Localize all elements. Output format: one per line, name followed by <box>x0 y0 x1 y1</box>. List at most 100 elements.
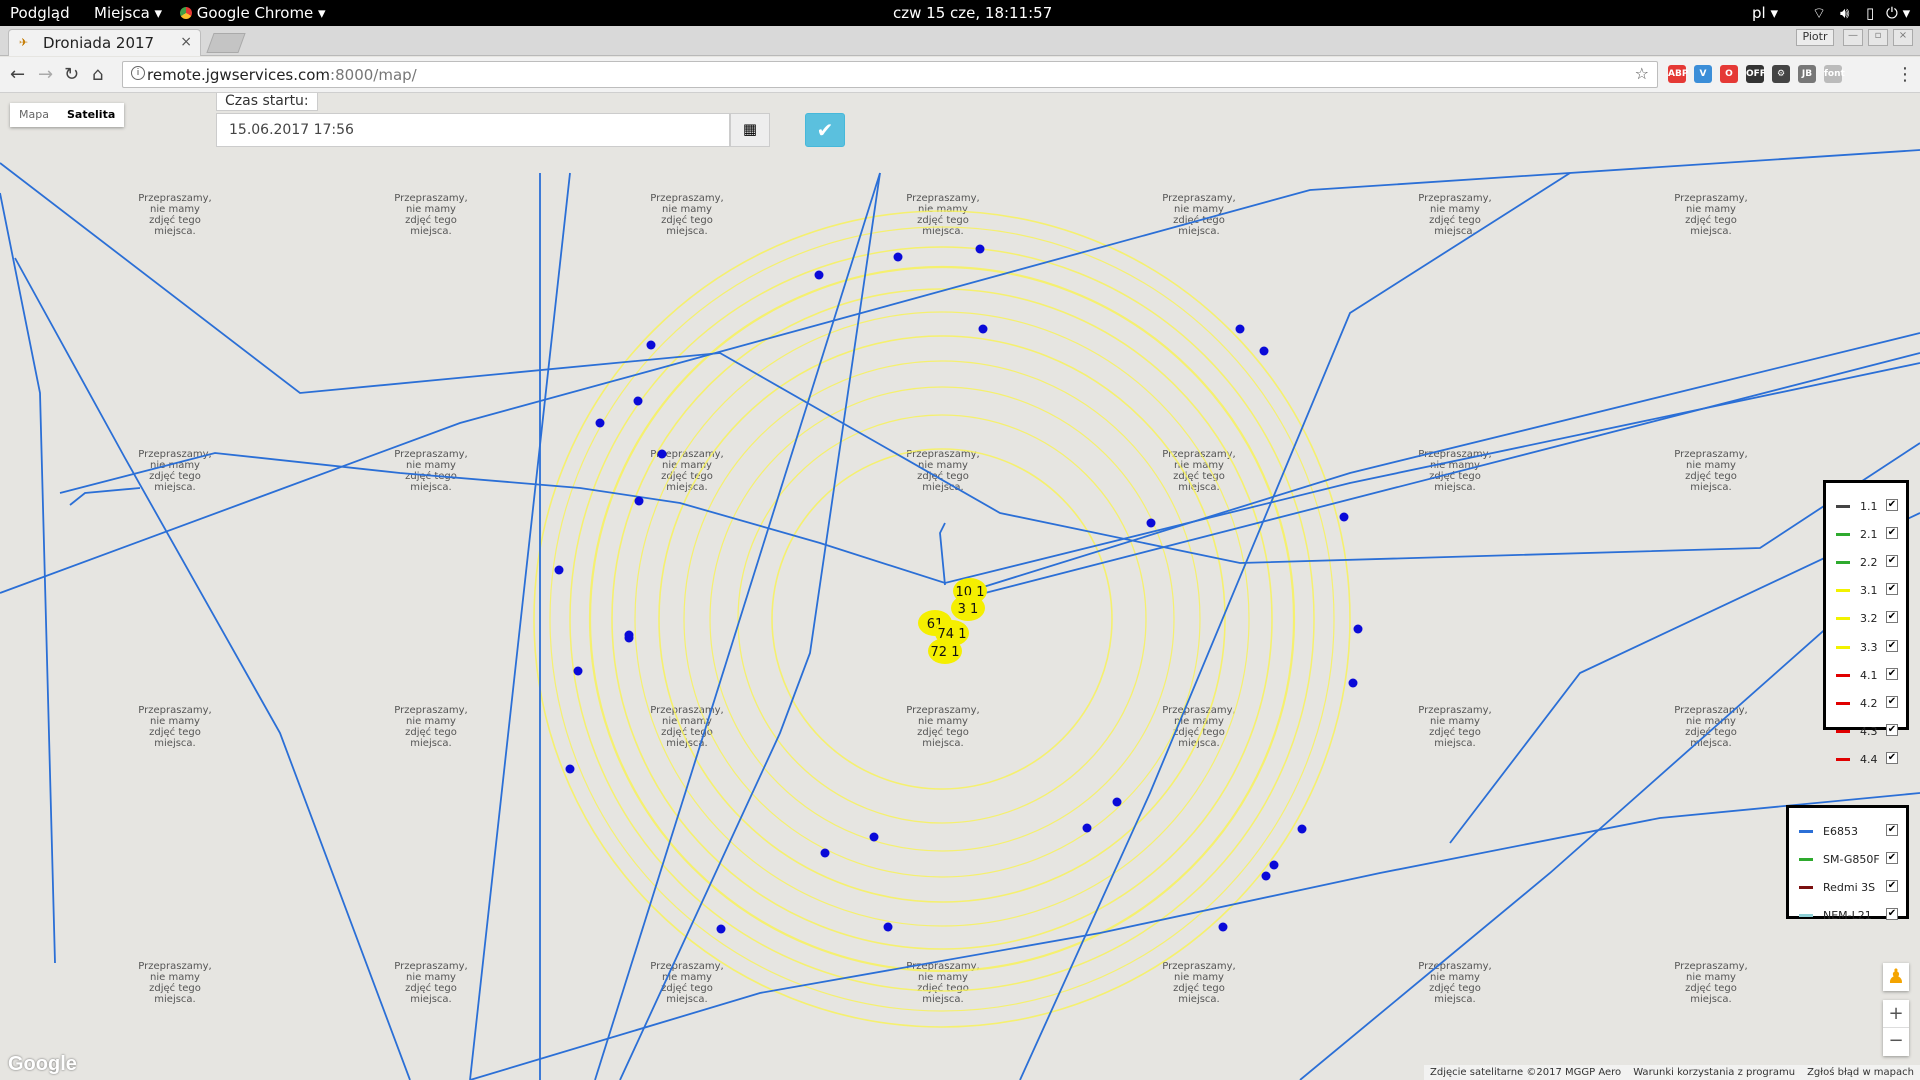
terms-link[interactable]: Warunki korzystania z programu <box>1627 1065 1801 1080</box>
toggle-off-icon[interactable]: OFF <box>1746 65 1766 83</box>
adblock-icon[interactable]: ABP <box>1668 65 1688 83</box>
legend-checkbox[interactable]: ✔ <box>1886 908 1898 920</box>
legend-row[interactable]: 3.3 ✔ <box>1826 638 1906 658</box>
confirm-button[interactable]: ✔ <box>805 113 845 147</box>
power-menu-icon[interactable]: ⏻ ▾ <box>1886 4 1910 22</box>
close-window-icon[interactable]: × <box>1893 29 1913 46</box>
opera-icon[interactable]: O <box>1720 65 1738 83</box>
wifi-icon[interactable]: ⌔ <box>1812 4 1826 23</box>
waypoint-dot[interactable] <box>893 252 903 262</box>
settings-gear-icon[interactable]: ⚙ <box>1772 65 1790 83</box>
legend-checkbox[interactable]: ✔ <box>1886 751 1898 764</box>
new-tab-button[interactable] <box>206 33 246 53</box>
waypoint-dot[interactable] <box>814 270 824 280</box>
zoom-in-button[interactable]: + <box>1883 1000 1909 1028</box>
waypoint-dot[interactable] <box>595 418 605 428</box>
minimize-icon[interactable]: — <box>1843 29 1863 46</box>
legend-row[interactable]: 4.1 ✔ <box>1826 666 1906 686</box>
legend-checkbox[interactable]: ✔ <box>1886 611 1898 624</box>
address-bar[interactable]: i remote.jgwservices.com:8000/map/ ☆ <box>122 61 1658 88</box>
legend-row[interactable]: NEM-L21 ✔ <box>1789 906 1906 926</box>
legend-checkbox[interactable]: ✔ <box>1886 824 1898 836</box>
waypoint-dot[interactable] <box>1146 518 1156 528</box>
legend-checkbox[interactable]: ✔ <box>1886 639 1898 652</box>
legend-row[interactable]: 3.2 ✔ <box>1826 609 1906 629</box>
start-time-input[interactable]: 15.06.2017 17:56 <box>216 113 730 147</box>
waypoint-dot[interactable] <box>716 924 726 934</box>
waypoint-dot[interactable] <box>633 396 643 406</box>
waypoint-dot[interactable] <box>978 324 988 334</box>
bookmark-star-icon[interactable]: ☆ <box>1635 64 1649 83</box>
legend-row[interactable]: 1.1 ✔ <box>1826 497 1906 517</box>
battery-icon[interactable]: ▯ <box>1866 4 1874 22</box>
site-info-icon[interactable]: i <box>131 66 145 80</box>
legend-row[interactable]: SM-G850F ✔ <box>1789 850 1906 870</box>
vimium-icon[interactable]: V <box>1694 65 1712 83</box>
font-icon[interactable]: font <box>1824 65 1845 83</box>
zoom-out-button[interactable]: − <box>1883 1028 1909 1056</box>
legend-checkbox[interactable]: ✔ <box>1886 723 1898 736</box>
waypoint-dot[interactable] <box>554 565 564 575</box>
language-indicator[interactable]: pl ▾ <box>1752 4 1778 22</box>
menu-miejsca[interactable]: Miejsca ▾ <box>94 4 162 22</box>
waypoint-dot[interactable] <box>1348 678 1358 688</box>
waypoint-dot[interactable] <box>1269 860 1279 870</box>
waypoint-dot[interactable] <box>1297 824 1307 834</box>
report-error-link[interactable]: Zgłoś błąd w mapach <box>1801 1065 1920 1080</box>
tab-close-icon[interactable]: × <box>180 34 192 50</box>
legend-checkbox[interactable]: ✔ <box>1886 499 1898 511</box>
jb-icon[interactable]: JB <box>1798 65 1816 83</box>
waypoint-dot[interactable] <box>1082 823 1092 833</box>
legend-row[interactable]: Redmi 3S ✔ <box>1789 878 1906 898</box>
legend-row[interactable]: 4.4 ✔ <box>1826 750 1906 770</box>
maximize-icon[interactable]: ▫ <box>1868 29 1888 46</box>
waypoint-dot[interactable] <box>883 922 893 932</box>
menu-chrome[interactable]: Google Chrome ▾ <box>180 4 326 22</box>
system-clock[interactable]: czw 15 cze, 18:11:57 <box>893 4 1052 22</box>
map-canvas[interactable]: Przepraszamy, nie mamy zdjęć tego miejsca. P… <box>0 93 1920 1080</box>
waypoint-dot[interactable] <box>975 244 985 254</box>
waypoint-dot[interactable] <box>820 848 830 858</box>
legend-checkbox[interactable]: ✔ <box>1886 880 1898 892</box>
legend-checkbox[interactable]: ✔ <box>1886 555 1898 568</box>
waypoint-dot[interactable] <box>657 449 667 459</box>
waypoint-dot[interactable] <box>573 666 583 676</box>
waypoint-dot[interactable] <box>869 832 879 842</box>
waypoint-dot[interactable] <box>646 340 656 350</box>
legend-checkbox[interactable]: ✔ <box>1886 583 1898 596</box>
map-overlay[interactable]: Przepraszamy, nie mamy zdjęć tego miejsca. P… <box>0 93 1920 1080</box>
waypoint-dot[interactable] <box>624 633 634 643</box>
profile-button[interactable]: Piotr <box>1796 29 1834 46</box>
waypoint-dot[interactable] <box>1353 624 1363 634</box>
legend-row[interactable]: 4.3 ✔ <box>1826 722 1906 742</box>
tab-droniada[interactable]: ✈ Droniada 2017 × <box>8 29 201 56</box>
forward-icon[interactable]: → <box>38 64 53 85</box>
legend-checkbox[interactable]: ✔ <box>1886 527 1898 540</box>
waypoint-dot[interactable] <box>565 764 575 774</box>
waypoint-dot[interactable] <box>1235 324 1245 334</box>
legend-row[interactable]: 3.1 ✔ <box>1826 581 1906 601</box>
legend-row[interactable]: 2.2 ✔ <box>1826 553 1906 573</box>
legend-row[interactable]: 4.2 ✔ <box>1826 694 1906 714</box>
waypoint-dot[interactable] <box>1218 922 1228 932</box>
waypoint-dot[interactable] <box>1261 871 1271 881</box>
legend-row[interactable]: E6853 ✔ <box>1789 822 1906 842</box>
chrome-menu-icon[interactable]: ⋮ <box>1896 64 1914 85</box>
legend-checkbox[interactable]: ✔ <box>1886 667 1898 680</box>
map-type-satellite-button[interactable]: Satelita <box>58 103 124 127</box>
waypoint-dot[interactable] <box>1339 512 1349 522</box>
calendar-button[interactable]: ▦ <box>730 113 770 147</box>
menu-podglad[interactable]: Podgląd <box>10 4 70 22</box>
legend-checkbox[interactable]: ✔ <box>1886 695 1898 708</box>
map-type-map-button[interactable]: Mapa <box>10 103 58 127</box>
legend-row[interactable]: 2.1 ✔ <box>1826 525 1906 545</box>
waypoint-dot[interactable] <box>1112 797 1122 807</box>
volume-icon[interactable]: 🔊︎ <box>1840 4 1849 22</box>
home-icon[interactable]: ⌂ <box>92 64 103 85</box>
reload-icon[interactable]: ↻ <box>64 64 79 85</box>
waypoint-dot[interactable] <box>634 496 644 506</box>
legend-checkbox[interactable]: ✔ <box>1886 852 1898 864</box>
street-view-pegman-icon[interactable]: ♟ <box>1883 963 1909 991</box>
waypoint-dot[interactable] <box>1259 346 1269 356</box>
back-icon[interactable]: ← <box>10 64 25 85</box>
